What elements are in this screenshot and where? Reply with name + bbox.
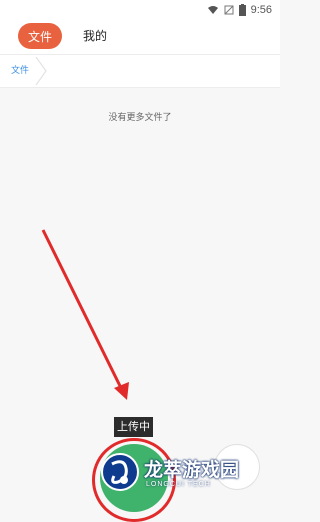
watermark-subtitle: LONGCUI TECH	[146, 481, 211, 488]
no-sim-icon	[224, 5, 234, 15]
watermark-title: 龙萃游戏园	[144, 459, 240, 481]
battery-icon	[238, 4, 246, 16]
wifi-icon	[207, 6, 218, 14]
watermark: 龙萃游戏园 LONGCUI TECH	[100, 450, 270, 496]
status-bar: 9:56	[0, 0, 280, 20]
empty-message: 没有更多文件了	[108, 113, 172, 123]
breadcrumb: 文件	[0, 54, 280, 88]
tab-mine[interactable]: 我的	[83, 23, 107, 49]
status-time: 9:56	[250, 4, 272, 16]
chevron-right-icon	[35, 57, 47, 85]
upload-tooltip: 上传中	[114, 417, 153, 437]
tab-files[interactable]: 文件	[18, 23, 62, 49]
tab-bar: 文件 我的	[0, 20, 280, 54]
watermark-logo-icon	[101, 453, 139, 491]
status-icons: 9:56	[207, 3, 272, 17]
breadcrumb-root[interactable]: 文件	[11, 63, 29, 76]
